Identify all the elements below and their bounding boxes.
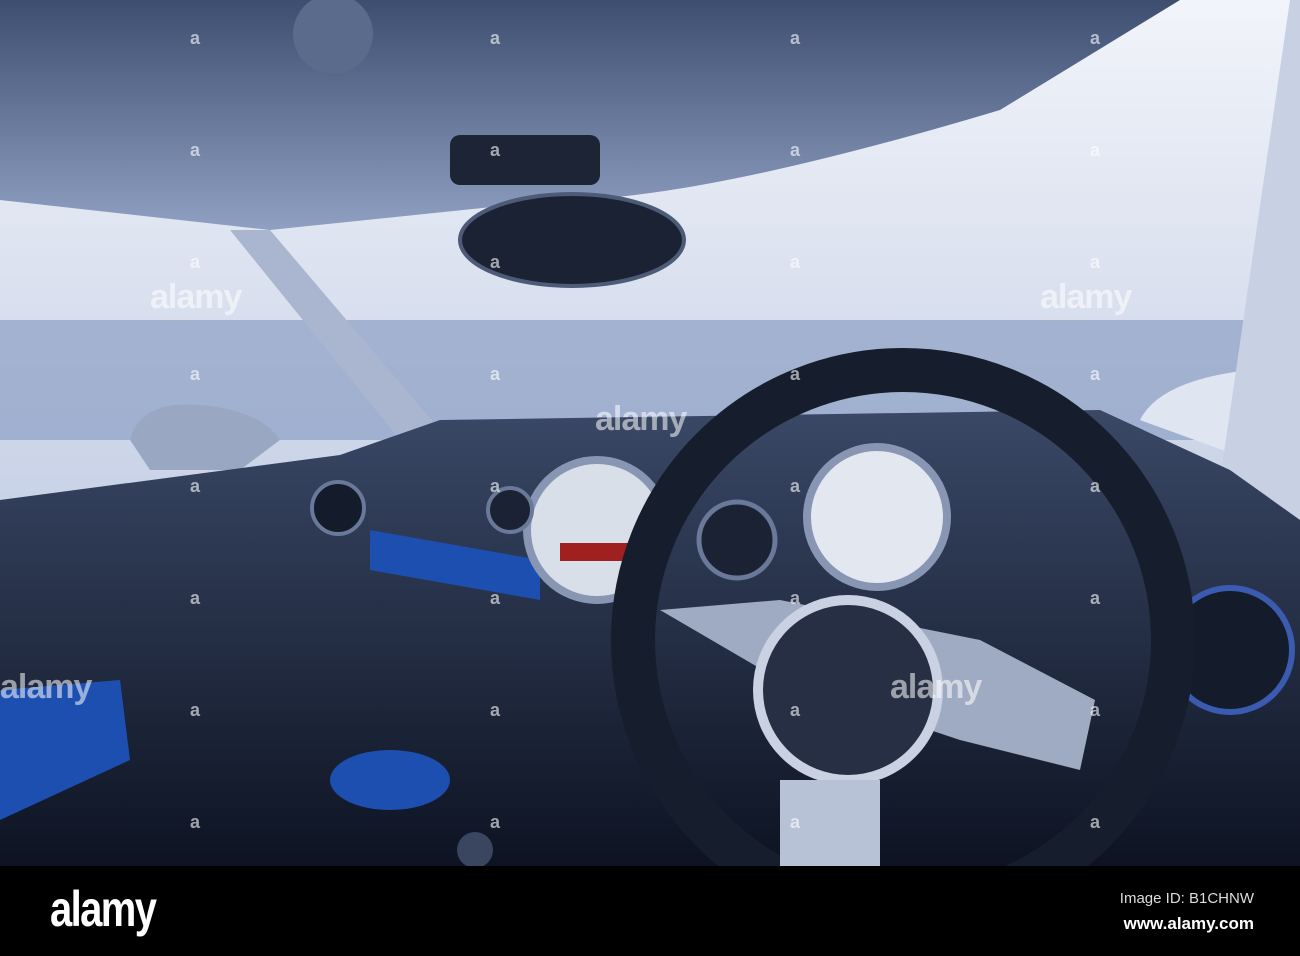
watermark-mark: a xyxy=(1090,476,1101,496)
watermark-mark: a xyxy=(790,588,801,608)
watermark-mark: a xyxy=(490,700,501,720)
watermark-mark: a xyxy=(190,28,201,48)
watermark-mark: a xyxy=(190,812,201,832)
watermark-mark: a xyxy=(490,476,501,496)
watermark: alamy xyxy=(1040,278,1132,316)
tachometer xyxy=(803,443,951,591)
footer-bar: alamy Image ID: B1CHNW www.alamy.com xyxy=(0,866,1300,956)
watermark-mark: a xyxy=(1090,700,1101,720)
watermark-mark: a xyxy=(1090,252,1101,272)
alamy-logo: alamy xyxy=(50,881,157,937)
watermark-mark: a xyxy=(790,140,801,160)
air-vent-door xyxy=(310,480,366,536)
watermark-mark: a xyxy=(490,588,501,608)
watermark-mark: a xyxy=(790,364,801,384)
watermark: alamy xyxy=(595,400,687,438)
watermark-mark: a xyxy=(790,476,801,496)
watermark-mark: a xyxy=(190,364,201,384)
site-url: www.alamy.com xyxy=(1123,914,1254,933)
watermark-mark: a xyxy=(790,812,801,832)
watermark-mark: a xyxy=(1090,28,1101,48)
watermark-mark: a xyxy=(190,588,201,608)
overhead-console xyxy=(450,135,600,185)
watermark-mark: a xyxy=(790,700,801,720)
watermark-mark: a xyxy=(490,28,501,48)
watermark-mark: a xyxy=(790,28,801,48)
watermark-mark: a xyxy=(190,476,201,496)
watermark-mark: a xyxy=(490,812,501,832)
watermark-mark: a xyxy=(190,252,201,272)
watermark-mark: a xyxy=(190,700,201,720)
watermark-mark: a xyxy=(1090,588,1101,608)
watermark-mark: a xyxy=(490,252,501,272)
image-id: Image ID: B1CHNW xyxy=(1119,890,1254,907)
photo-frame: alamy alamy alamy alamy alamy alamy Imag… xyxy=(0,0,1300,956)
seat-panel xyxy=(330,750,450,810)
air-vent-center xyxy=(696,499,778,581)
watermark-mark: a xyxy=(190,140,201,160)
watermark-mark: a xyxy=(790,252,801,272)
watermark-mark: a xyxy=(490,364,501,384)
watermark: alamy xyxy=(890,668,982,706)
watermark-mark: a xyxy=(1090,364,1101,384)
watermark: alamy xyxy=(150,278,242,316)
watermark-mark: a xyxy=(1090,812,1101,832)
watermark-mark: a xyxy=(490,140,501,160)
watermark: alamy xyxy=(0,668,92,706)
watermark-mark: a xyxy=(1090,140,1101,160)
